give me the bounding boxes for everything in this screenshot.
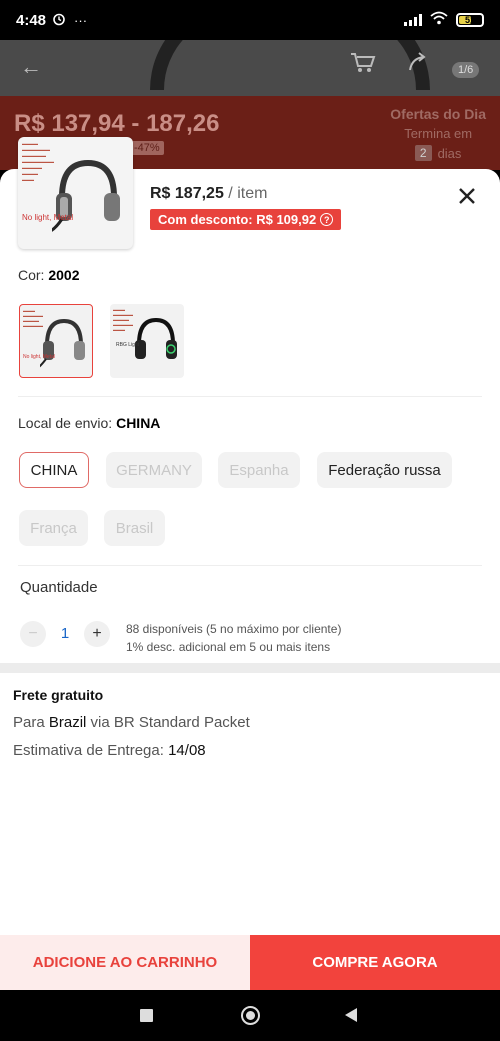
recent-apps-icon[interactable]: [140, 1009, 153, 1022]
battery-icon: 51: [456, 13, 484, 27]
ship-from-label-row: Local de envio: CHINA: [18, 415, 160, 431]
discount-price-badge[interactable]: Com desconto: R$ 109,92 ?: [150, 209, 342, 230]
help-icon[interactable]: ?: [320, 213, 334, 226]
discount-price-label: Com desconto: R$ 109,92: [158, 212, 317, 227]
add-to-cart-button[interactable]: ADICIONE AO CARRINHO: [0, 935, 250, 990]
share-icon[interactable]: [408, 52, 426, 78]
bulk-discount-info: 1% desc. adicional em 5 ou mais itens: [126, 640, 331, 654]
buy-now-button[interactable]: COMPRE AGORA: [250, 935, 500, 990]
close-icon: [459, 188, 475, 204]
delivery-estimate: Estimativa de Entrega: 14/08: [13, 742, 206, 759]
more-notifications-icon: ···: [74, 12, 88, 28]
color-label-row: Cor: 2002: [18, 267, 80, 283]
color-label: Cor:: [18, 267, 45, 283]
sku-price: R$ 187,25 / item: [150, 185, 267, 203]
thumbnail-caption: No light, Metal: [22, 213, 74, 222]
shipping-to-country: Brazil: [48, 714, 87, 731]
close-button[interactable]: [452, 181, 482, 211]
price-unit: / item: [228, 185, 268, 202]
divider: [18, 565, 482, 566]
variant-option-1[interactable]: ▬▬▬ ▬▬▬▬▬ ▬▬▬▬ ▬▬▬▬▬ No light, Metal: [19, 304, 93, 378]
alarm-icon: [52, 12, 66, 29]
daily-offers: Ofertas do Dia Termina em 2 dias: [390, 106, 486, 161]
shipping-to-suffix: via BR Standard Packet: [90, 714, 250, 731]
ship-option-spain[interactable]: Espanha: [218, 452, 300, 488]
daily-offers-title: Ofertas do Dia: [390, 106, 486, 122]
price-value: R$ 187,25: [150, 185, 224, 202]
days-label: dias: [437, 145, 462, 161]
ship-option-russia[interactable]: Federação russa: [317, 452, 452, 488]
ship-option-china[interactable]: CHINA: [19, 452, 89, 488]
system-nav-bar: [0, 990, 500, 1041]
headphone-image-icon: [52, 159, 120, 232]
shipping-title: Frete gratuito: [13, 687, 104, 703]
ship-from-value: CHINA: [116, 415, 161, 431]
ship-option-germany[interactable]: GERMANY: [106, 452, 202, 488]
status-time: 4:48: [16, 11, 47, 29]
back-arrow-icon[interactable]: ←: [20, 54, 42, 80]
back-icon[interactable]: [345, 1008, 357, 1022]
cart-icon[interactable]: [350, 52, 376, 80]
shipping-destination[interactable]: Para Brazil via BR Standard Packet: [13, 714, 250, 731]
days-count: 2: [414, 145, 432, 161]
quantity-value[interactable]: 1: [60, 625, 70, 642]
shipping-to-prefix: Para: [13, 714, 45, 731]
sku-selection-sheet: ▬▬▬▬ ▬▬▬▬▬▬▬ ▬▬▬▬▬▬ ▬▬▬▬▬▬▬▬ ▬▬▬▬▬ ▬▬▬▬ ▬▬▬ No…: [0, 137, 500, 990]
signal-icon: [404, 14, 422, 26]
home-icon[interactable]: [241, 1006, 260, 1025]
quantity-info: 88 disponíveis (5 no máximo por cliente)…: [126, 620, 341, 656]
background-price-range: R$ 137,94 - 187,26: [14, 110, 220, 137]
variant-option-2[interactable]: ▬▬▬ ▬▬▬▬▬ ▬▬▬▬ ▬▬▬▬▬ ▬▬▬ RBG Light: [110, 304, 184, 378]
delivery-label: Estimativa de Entrega:: [13, 742, 164, 759]
image-counter: 1/6: [452, 62, 480, 78]
battery-level: 51: [464, 15, 475, 25]
wifi-icon: [430, 11, 448, 29]
quantity-label: Quantidade: [20, 579, 98, 596]
variant-caption: RBG Light: [116, 342, 140, 348]
color-value: 2002: [48, 267, 80, 283]
variant-caption: No light, Metal: [23, 354, 55, 360]
quantity-decrement-button[interactable]: −: [20, 621, 46, 647]
ship-from-label: Local de envio:: [18, 415, 113, 431]
status-bar: 4:48 ··· 51: [0, 0, 500, 40]
quantity-increment-button[interactable]: +: [84, 621, 110, 647]
delivery-date: 14/08: [168, 742, 206, 759]
background-discount-badge: -47%: [130, 141, 164, 155]
divider: [18, 396, 482, 397]
ship-option-brazil[interactable]: Brasil: [104, 510, 165, 546]
stock-info: 88 disponíveis (5 no máximo por cliente): [126, 622, 342, 636]
headphone-image-icon: [135, 317, 177, 359]
ship-option-france[interactable]: França: [19, 510, 88, 546]
headphone-image-icon: [40, 318, 85, 368]
daily-offers-ends: Termina em: [404, 126, 473, 141]
product-thumbnail: ▬▬▬▬ ▬▬▬▬▬▬▬ ▬▬▬▬▬▬ ▬▬▬▬▬▬▬▬ ▬▬▬▬▬ ▬▬▬▬ ▬▬▬ No…: [18, 137, 133, 249]
section-separator: [0, 663, 500, 673]
